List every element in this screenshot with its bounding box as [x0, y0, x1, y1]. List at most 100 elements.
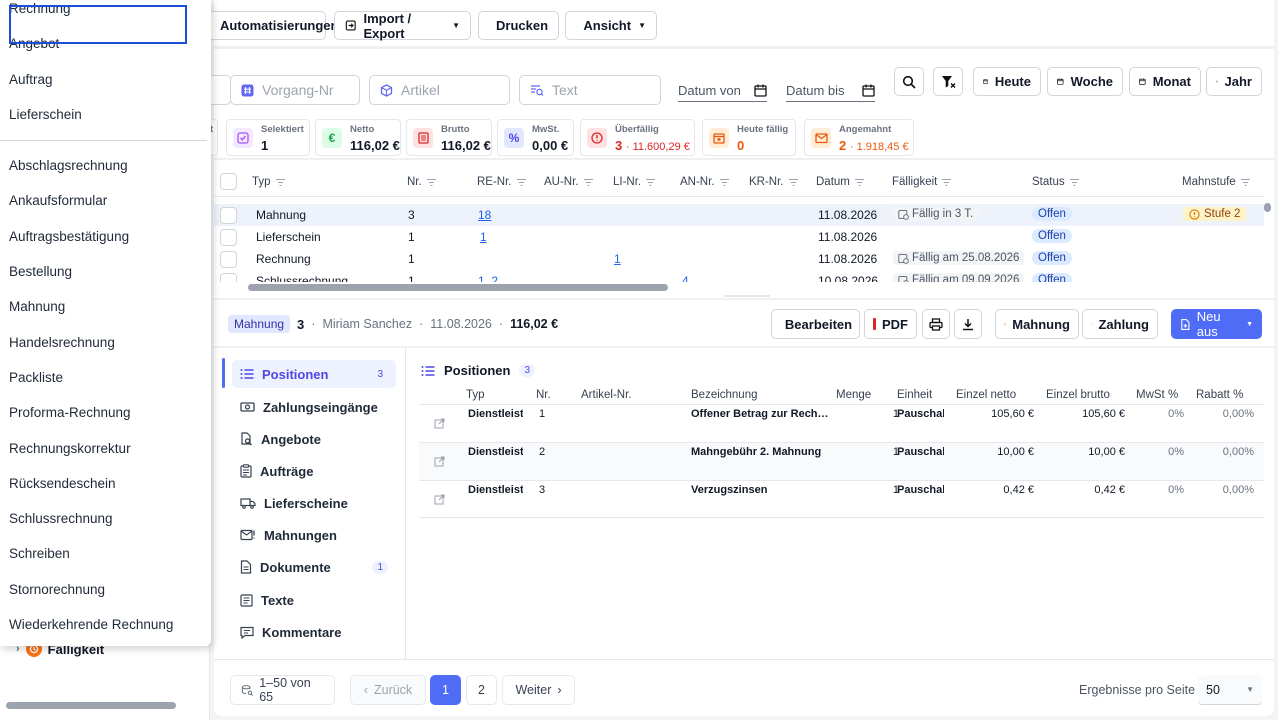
year-button[interactable]: Jahr — [1206, 67, 1262, 96]
cell-an-link[interactable]: 4 — [682, 274, 689, 282]
table-row[interactable]: Lieferschein 1 1 11.08.2026 Offen — [214, 226, 1264, 248]
menu-item[interactable]: Bestellung — [9, 264, 72, 279]
menu-item[interactable]: Ankaufsformular — [9, 193, 107, 208]
menu-item[interactable]: Auftragsbestätigung — [9, 229, 129, 244]
today-button[interactable]: Heute — [973, 67, 1041, 96]
menu-item[interactable]: Schreiben — [9, 546, 70, 561]
edit-button[interactable]: Bearbeiten — [771, 309, 860, 339]
tab-dokumente[interactable]: Dokumente 1 — [232, 553, 396, 581]
pos-col-brutto[interactable]: Einzel brutto — [1046, 389, 1110, 401]
table-hscrollbar[interactable] — [248, 284, 668, 291]
pos-col-nr[interactable]: Nr. — [536, 389, 551, 401]
tab-texte[interactable]: Texte — [232, 586, 396, 614]
new-from-button[interactable]: Neu aus ▼ — [1171, 309, 1262, 339]
pdf-button[interactable]: PDF — [864, 309, 917, 339]
menu-item-lieferschein[interactable]: Lieferschein — [9, 107, 82, 122]
vorgang-input[interactable]: Vorgang-Nr — [230, 75, 360, 105]
menu-item[interactable]: Rücksendeschein — [9, 476, 116, 491]
filter-icon[interactable] — [788, 178, 798, 186]
pos-col-menge[interactable]: Menge — [836, 389, 871, 401]
menu-item-auftrag[interactable]: Auftrag — [9, 72, 53, 87]
col-au[interactable]: AU-Nr. — [544, 176, 593, 188]
col-li[interactable]: LI-Nr. — [613, 176, 656, 188]
import-export-button[interactable]: Import / Export ▼ — [334, 11, 471, 41]
filter-icon[interactable] — [275, 178, 285, 186]
resize-handle[interactable] — [724, 295, 770, 297]
cell-re-link[interactable]: 18 — [478, 208, 491, 222]
external-link-icon[interactable] — [434, 418, 445, 429]
menu-item[interactable]: Schlussrechnung — [9, 511, 113, 526]
pos-col-rabatt[interactable]: Rabatt % — [1196, 389, 1243, 401]
menu-item[interactable]: Rechnungskorrektur — [9, 441, 131, 456]
artikel-input[interactable]: Artikel — [369, 75, 510, 105]
menu-item[interactable]: Packliste — [9, 370, 63, 385]
table-row[interactable]: Schlussrechnung 1 1, 2 4 10.08.2026 Fäll… — [214, 270, 1264, 282]
sidebar-scrollbar[interactable] — [6, 702, 176, 709]
position-row[interactable]: Dienstleistung 1 Offener Betrag zur Rech… — [419, 404, 1264, 442]
cell-re-link[interactable]: 1, 2 — [478, 274, 498, 282]
cell-re-link[interactable]: 1 — [480, 230, 487, 244]
col-kr[interactable]: KR-Nr. — [749, 176, 798, 188]
pos-col-bezeichnung[interactable]: Bezeichnung — [691, 389, 758, 401]
menu-item[interactable]: Handelsrechnung — [9, 335, 115, 350]
filter-icon[interactable] — [583, 178, 593, 186]
col-datum[interactable]: Datum — [816, 176, 864, 188]
position-row[interactable]: Dienstleistung 2 Mahngebühr 2. Mahnung 1… — [419, 442, 1264, 480]
search-field-partial[interactable] — [210, 75, 231, 105]
filter-icon[interactable] — [426, 178, 436, 186]
filter-icon[interactable] — [719, 178, 729, 186]
external-link-icon[interactable] — [434, 456, 445, 467]
print-detail-button[interactable] — [922, 309, 950, 339]
col-re[interactable]: RE-Nr. — [477, 176, 526, 188]
position-row[interactable]: Dienstleistung 3 Verzugszinsen 1 Pauscha… — [419, 480, 1264, 518]
filter-icon[interactable] — [1069, 178, 1079, 186]
col-an[interactable]: AN-Nr. — [680, 176, 729, 188]
tab-kommentare[interactable]: Kommentare — [232, 618, 396, 646]
calendar-icon[interactable] — [862, 84, 875, 97]
print-button[interactable]: Drucken — [478, 11, 559, 40]
filter-icon[interactable] — [1240, 178, 1250, 186]
menu-item[interactable]: Wiederkehrende Rechnung — [9, 617, 173, 632]
calendar-icon[interactable] — [754, 84, 767, 97]
row-checkbox[interactable] — [220, 229, 237, 246]
next-page-button[interactable]: Weiter › — [502, 675, 575, 705]
tab-auftraege[interactable]: Aufträge — [232, 457, 396, 485]
table-vscrollbar[interactable] — [1264, 203, 1271, 212]
per-page-select[interactable]: 50 ▼ — [1198, 675, 1262, 705]
tab-positionen[interactable]: Positionen 3 — [232, 360, 396, 388]
pos-col-artikel[interactable]: Artikel-Nr. — [581, 389, 631, 401]
date-from-input[interactable]: Datum von — [678, 80, 767, 102]
prev-page-button[interactable]: ‹ Zurück — [350, 675, 426, 705]
menu-item[interactable]: Abschlagsrechnung — [9, 158, 128, 173]
tab-zahlungseingaenge[interactable]: Zahlungseingänge — [232, 393, 396, 421]
tab-angebote[interactable]: Angebote — [232, 425, 396, 453]
external-link-icon[interactable] — [434, 494, 445, 505]
view-button[interactable]: Ansicht ▼ — [565, 11, 657, 40]
filter-icon[interactable] — [942, 178, 952, 186]
clear-filter-button[interactable] — [933, 67, 963, 96]
select-all-checkbox[interactable] — [220, 173, 237, 190]
filter-icon[interactable] — [854, 178, 864, 186]
pos-col-mwst[interactable]: MwSt % — [1136, 389, 1178, 401]
col-status[interactable]: Status — [1032, 176, 1079, 188]
page-2-button[interactable]: 2 — [466, 675, 497, 705]
table-row[interactable]: Rechnung 1 1 11.08.2026 Fällig am 25.08.… — [214, 248, 1264, 270]
pos-col-einheit[interactable]: Einheit — [897, 389, 932, 401]
filter-icon[interactable] — [646, 178, 656, 186]
cell-li-link[interactable]: 1 — [614, 252, 621, 266]
payment-button[interactable]: Zahlung — [1082, 309, 1158, 339]
page-1-button[interactable]: 1 — [430, 675, 461, 705]
col-faelligkeit[interactable]: Fälligkeit — [892, 176, 952, 188]
pos-col-typ[interactable]: Typ — [466, 389, 485, 401]
download-button[interactable] — [954, 309, 982, 339]
week-button[interactable]: Woche — [1047, 67, 1123, 96]
reminder-button[interactable]: Mahnung — [995, 309, 1079, 339]
tab-lieferscheine[interactable]: Lieferscheine — [232, 489, 396, 517]
filter-icon[interactable] — [516, 178, 526, 186]
menu-item[interactable]: Mahnung — [9, 299, 65, 314]
col-mahnstufe[interactable]: Mahnstufe — [1182, 176, 1250, 188]
pos-col-netto[interactable]: Einzel netto — [956, 389, 1016, 401]
row-checkbox[interactable] — [220, 273, 237, 282]
row-checkbox[interactable] — [220, 207, 237, 224]
search-button[interactable] — [894, 67, 924, 96]
